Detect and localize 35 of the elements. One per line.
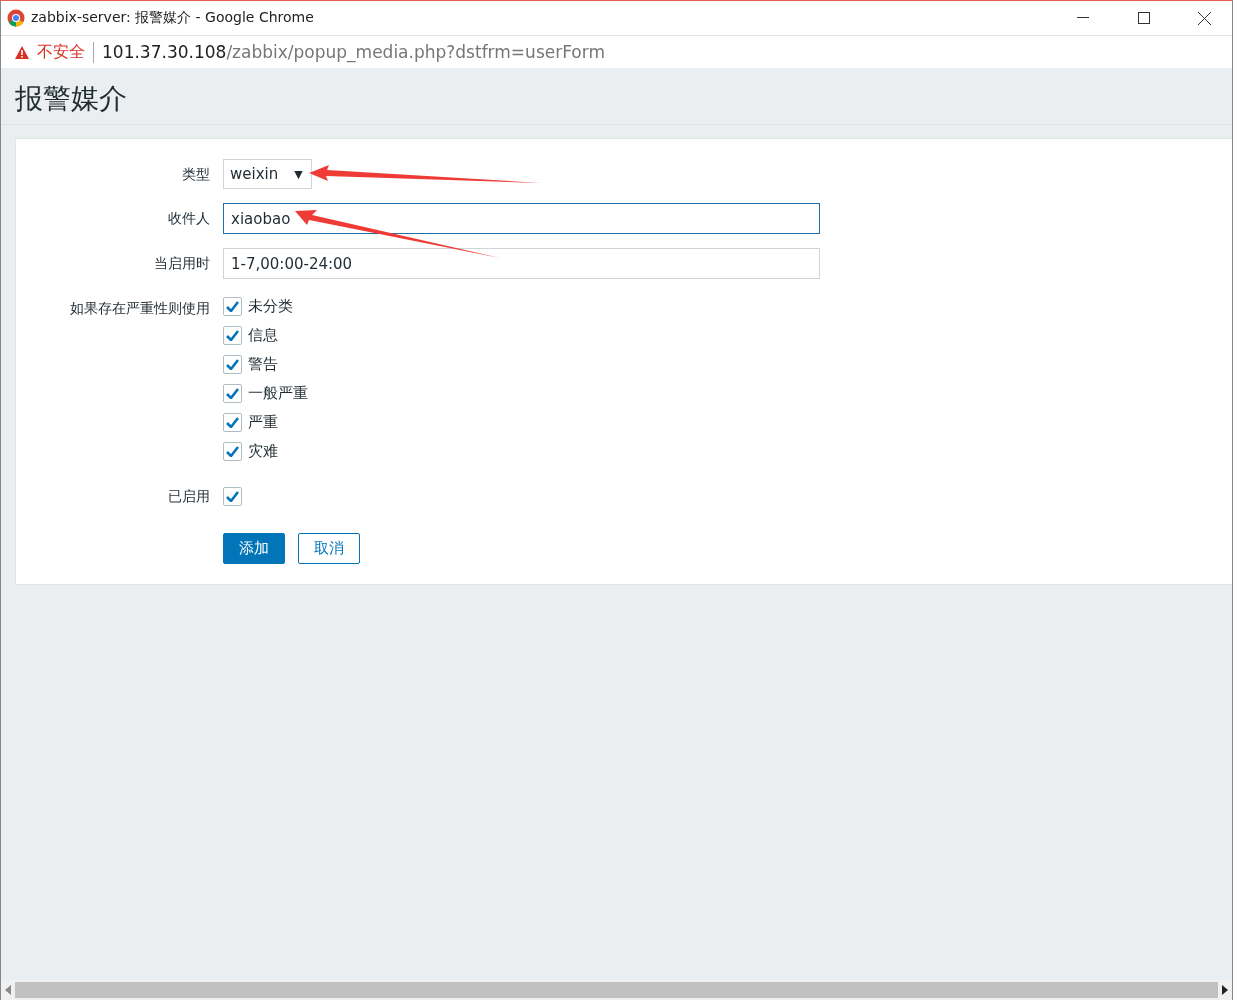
minimize-icon [1076,17,1089,19]
security-status: 不安全 [37,41,94,63]
browser-logo-icon [7,9,25,27]
input-field[interactable]: xiaobao [223,203,820,234]
type-select[interactable]: weixin ▼ [223,159,312,189]
checkbox-label: 灾难 [248,442,278,461]
field-label: 如果存在严重性则使用 [69,299,210,318]
checkbox[interactable] [223,413,242,432]
checkbox[interactable] [223,326,242,345]
field-label: 类型 [181,165,210,184]
scroll-right-icon[interactable] [1222,985,1228,995]
checkbox-label: 一般严重 [248,384,308,403]
checkbox[interactable] [223,355,242,374]
checkbox[interactable] [223,297,242,316]
maximize-icon [1137,12,1150,24]
add-button[interactable]: 添加 [223,533,285,564]
checkbox[interactable] [223,384,242,403]
checkbox-label: 信息 [248,326,278,345]
field-label: 当启用时 [153,254,210,273]
input-field[interactable]: 1-7,00:00-24:00 [223,248,820,279]
warning-icon [15,45,29,59]
window-title: zabbix-server: 报警媒介 - Google Chrome [31,9,315,27]
url-text[interactable]: 101.37.30.108/zabbix/popup_media.php?dstfrm=userForm [102,42,605,62]
scrollbar-thumb[interactable] [15,982,1218,998]
scroll-left-icon[interactable] [5,985,11,995]
cancel-button[interactable]: 取消 [298,533,360,564]
checkbox-label: 未分类 [248,297,293,316]
checkbox[interactable] [223,442,242,461]
close-icon [1198,11,1211,25]
field-label: 已启用 [167,487,210,506]
page-heading: 报警媒介 [1,68,1232,125]
checkbox[interactable] [223,487,242,506]
checkbox-label: 严重 [248,413,278,432]
checkbox-label: 警告 [248,355,278,374]
field-label: 收件人 [167,209,210,228]
